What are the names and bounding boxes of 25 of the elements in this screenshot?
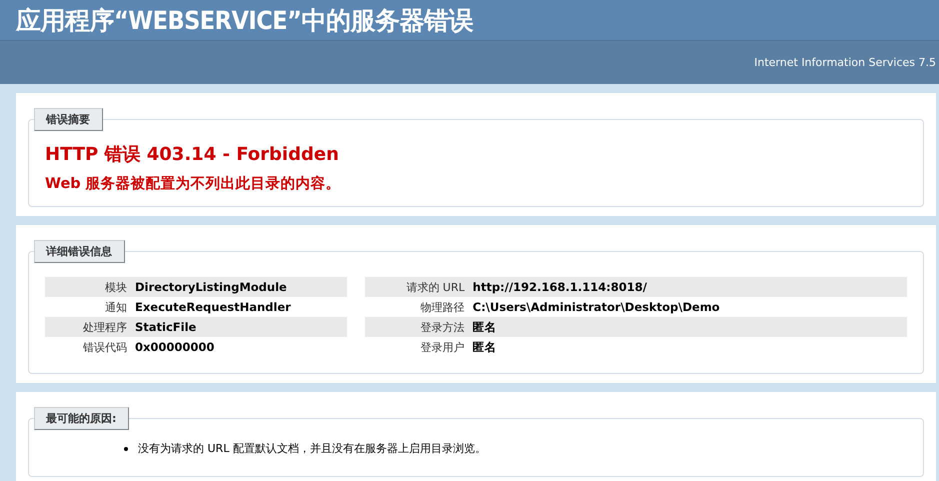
field-label: 登录方法: [420, 320, 466, 334]
product-name: Internet Information Services 7.5: [754, 56, 936, 69]
field-value: ExecuteRequestHandler: [135, 300, 291, 314]
error-heading: HTTP 错误 403.14 - Forbidden: [45, 143, 340, 166]
page-title: 应用程序“WEBSERVICE”中的服务器错误: [16, 4, 473, 36]
field-value: C:\Users\Administrator\Desktop\Demo: [472, 300, 720, 314]
field-value: DirectoryListingModule: [135, 280, 287, 294]
section-legend: 最可能的原因:: [34, 407, 130, 430]
field-label: 请求的 URL: [405, 280, 466, 294]
section-legend: 错误摘要: [34, 108, 103, 131]
field-label: 错误代码: [82, 340, 128, 354]
bullet-icon: [124, 446, 128, 450]
field-label: 物理路径: [420, 300, 466, 314]
error-message: Web 服务器被配置为不列出此目录的内容。: [45, 174, 342, 193]
field-value: http://192.168.1.114:8018/: [472, 280, 647, 294]
field-value: 0x00000000: [135, 340, 214, 354]
field-label: 登录用户: [420, 340, 466, 354]
field-value: StaticFile: [135, 320, 196, 334]
section-legend: 详细错误信息: [34, 240, 125, 263]
cause-text: 没有为请求的 URL 配置默认文档，并且没有在服务器上启用目录浏览。: [138, 441, 486, 456]
field-label: 模块: [104, 280, 128, 294]
field-label: 通知: [104, 300, 128, 314]
field-value: 匿名: [472, 340, 497, 354]
field-label: 处理程序: [82, 320, 128, 334]
field-value: 匿名: [472, 320, 497, 334]
